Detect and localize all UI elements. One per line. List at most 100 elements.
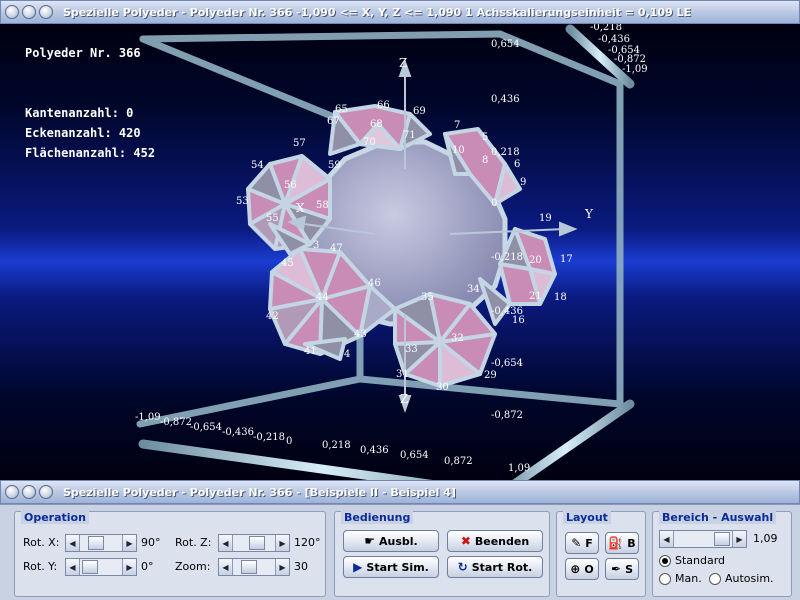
operation-group: Operation Rot. X: ◀ ▶ 90° Rot. Y: ◀ ▶ 0°… bbox=[14, 511, 326, 597]
slider-thumb[interactable] bbox=[82, 560, 98, 574]
tick-label: -0,872 bbox=[491, 410, 524, 421]
main-window-titlebar[interactable]: Spezielle Polyeder - Polyeder Nr. 366 -1… bbox=[0, 0, 800, 24]
arrow-right-icon[interactable]: ▶ bbox=[732, 531, 746, 547]
tick-label: -0,218 bbox=[491, 252, 524, 263]
radio-standard[interactable]: Standard bbox=[659, 554, 725, 567]
rot-x-label: Rot. X: bbox=[23, 536, 60, 549]
layout-b-label: B bbox=[627, 536, 636, 550]
start-sim-label: Start Sim. bbox=[366, 560, 429, 574]
control-window-titlebar[interactable]: Spezielle Polyeder - Polyeder Nr. 366 - … bbox=[0, 480, 800, 504]
radio-standard-dot[interactable] bbox=[659, 554, 671, 567]
radio-autosim[interactable]: Autosim. bbox=[709, 572, 774, 585]
tick-label: 0,436 bbox=[491, 94, 520, 105]
start-rot-label: Start Rot. bbox=[471, 560, 533, 574]
tick-label: 0,218 bbox=[322, 440, 351, 451]
slider-thumb[interactable] bbox=[241, 560, 257, 574]
tick-label: -0,218 bbox=[590, 24, 623, 33]
arrow-left-icon[interactable]: ◀ bbox=[660, 531, 674, 547]
start-simulation-button[interactable]: ▶ Start Sim. bbox=[343, 556, 439, 578]
rot-y-slider[interactable]: ◀ ▶ bbox=[65, 558, 137, 576]
ausblenden-label: Ausbl. bbox=[379, 534, 418, 548]
start-rotation-button[interactable]: ↻ Start Rot. bbox=[447, 556, 543, 578]
layout-f-label: F bbox=[585, 536, 593, 550]
layout-b-button[interactable]: ⛽ B bbox=[605, 532, 639, 554]
close-button[interactable] bbox=[5, 5, 19, 19]
rot-x-value: 90° bbox=[141, 536, 161, 549]
hand-icon: ☛ bbox=[364, 534, 376, 548]
bedienung-title: Bedienung bbox=[341, 511, 414, 524]
minimize-button[interactable] bbox=[22, 485, 36, 499]
pen-icon: ✒ bbox=[611, 562, 622, 576]
control-window-title: Spezielle Polyeder - Polyeder Nr. 366 - … bbox=[63, 485, 456, 499]
zoom-label: Zoom: bbox=[175, 560, 211, 573]
window-buttons bbox=[5, 485, 53, 499]
tick-label: 0,654 bbox=[491, 39, 520, 50]
tick-label: 0 bbox=[491, 198, 498, 209]
tick-label: 0,872 bbox=[444, 456, 473, 467]
slider-thumb[interactable] bbox=[714, 532, 730, 546]
slider-thumb[interactable] bbox=[249, 536, 265, 550]
bereich-group: Bereich - Auswahl ◀ ▶ 1,09 Standard Man.… bbox=[652, 511, 792, 597]
close-x-icon: ✖ bbox=[460, 534, 471, 548]
crosshair-icon: ⊕ bbox=[570, 562, 581, 576]
zoom-slider[interactable]: ◀ ▶ bbox=[218, 558, 290, 576]
window-buttons bbox=[5, 5, 53, 19]
radio-standard-label: Standard bbox=[675, 554, 726, 567]
bereich-value: 1,09 bbox=[753, 532, 778, 545]
control-panel: Operation Rot. X: ◀ ▶ 90° Rot. Y: ◀ ▶ 0°… bbox=[0, 504, 800, 600]
arrow-right-icon[interactable]: ▶ bbox=[275, 535, 289, 551]
layout-o-button[interactable]: ⊕ O bbox=[565, 558, 599, 580]
tick-label: -0,218 bbox=[253, 432, 286, 443]
tick-label: -1,09 bbox=[622, 64, 648, 75]
beenden-button[interactable]: ✖ Beenden bbox=[447, 530, 543, 552]
arrow-right-icon[interactable]: ▶ bbox=[122, 535, 136, 551]
tick-label: -0,436 bbox=[222, 427, 255, 438]
radio-autosim-label: Autosim. bbox=[725, 572, 774, 585]
layout-group: Layout ✎ F ⛽ B ⊕ O ✒ S bbox=[556, 511, 646, 597]
arrow-left-icon[interactable]: ◀ bbox=[66, 559, 80, 575]
tick-label: 0 bbox=[286, 436, 293, 447]
tick-label: -0,654 bbox=[491, 358, 524, 369]
tick-label: -0,436 bbox=[598, 34, 631, 45]
tick-label: 0,654 bbox=[400, 450, 429, 461]
minimize-button[interactable] bbox=[22, 5, 36, 19]
rot-z-label: Rot. Z: bbox=[175, 536, 212, 549]
maximize-button[interactable] bbox=[39, 485, 53, 499]
radio-man-label: Man. bbox=[675, 572, 702, 585]
tick-label: 1,09 bbox=[508, 463, 531, 474]
arrow-right-icon[interactable]: ▶ bbox=[275, 559, 289, 575]
arrow-left-icon[interactable]: ◀ bbox=[219, 535, 233, 551]
play-icon: ▶ bbox=[353, 560, 363, 574]
close-button[interactable] bbox=[5, 485, 19, 499]
tick-label: -0,872 bbox=[160, 417, 193, 428]
paint-bucket-icon: ⛽ bbox=[608, 536, 624, 550]
beenden-label: Beenden bbox=[474, 534, 530, 548]
tick-label: -0,654 bbox=[190, 422, 223, 433]
rot-z-slider[interactable]: ◀ ▶ bbox=[218, 534, 290, 552]
operation-title: Operation bbox=[21, 511, 89, 524]
maximize-button[interactable] bbox=[39, 5, 53, 19]
radio-man-dot[interactable] bbox=[659, 572, 671, 585]
rot-y-value: 0° bbox=[141, 560, 154, 573]
tick-label: -1,09 bbox=[135, 412, 161, 423]
layout-s-label: S bbox=[625, 562, 633, 576]
window-title: Spezielle Polyeder - Polyeder Nr. 366 -1… bbox=[63, 5, 692, 19]
tick-label: 0,218 bbox=[491, 147, 520, 158]
radio-autosim-dot[interactable] bbox=[709, 572, 721, 585]
layout-f-button[interactable]: ✎ F bbox=[565, 532, 599, 554]
bereich-slider[interactable]: ◀ ▶ bbox=[659, 530, 747, 548]
ausblenden-button[interactable]: ☛ Ausbl. bbox=[343, 530, 439, 552]
bereich-title: Bereich - Auswahl bbox=[659, 511, 777, 524]
arrow-right-icon[interactable]: ▶ bbox=[122, 559, 136, 575]
layout-s-button[interactable]: ✒ S bbox=[605, 558, 639, 580]
3d-viewport[interactable]: Polyeder Nr. 366 Kantenanzahl: 0 Eckenan… bbox=[0, 24, 800, 480]
arrow-left-icon[interactable]: ◀ bbox=[66, 535, 80, 551]
arrow-left-icon[interactable]: ◀ bbox=[219, 559, 233, 575]
slider-thumb[interactable] bbox=[88, 536, 104, 550]
rot-x-slider[interactable]: ◀ ▶ bbox=[65, 534, 137, 552]
tick-label: 0,436 bbox=[360, 445, 389, 456]
zoom-value: 30 bbox=[294, 560, 308, 573]
rot-y-label: Rot. Y: bbox=[23, 560, 58, 573]
rot-z-value: 120° bbox=[294, 536, 321, 549]
radio-man[interactable]: Man. bbox=[659, 572, 702, 585]
